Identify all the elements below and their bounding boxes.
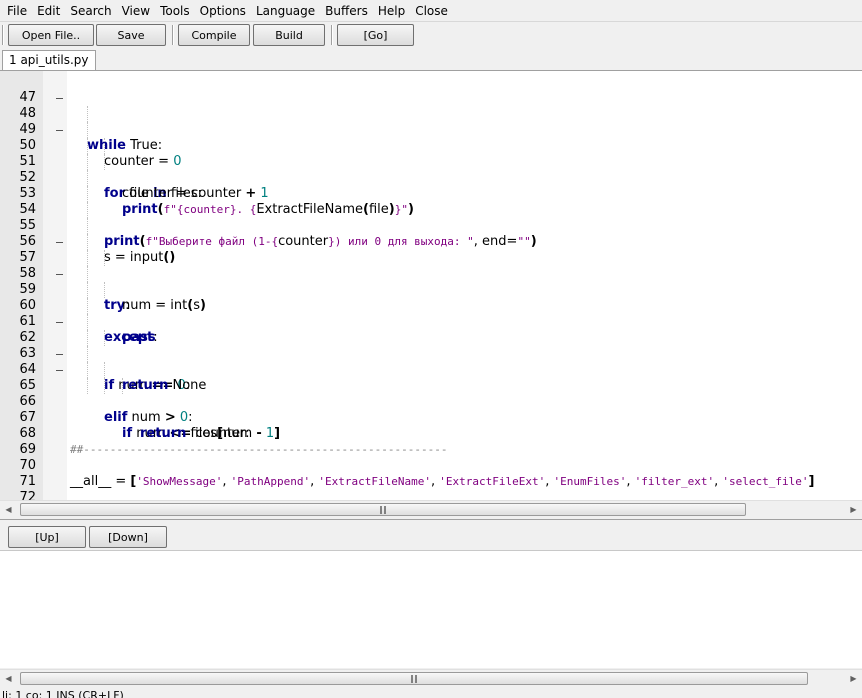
output-pane[interactable] <box>0 550 862 668</box>
code-line: 72 ##-----------------------------------… <box>0 474 862 500</box>
code-line: 56 <box>0 218 862 249</box>
scrollbar-thumb[interactable]: ‖‖ <box>20 672 808 685</box>
code-line: 53 <box>0 170 862 201</box>
menu-options[interactable]: Options <box>195 0 251 22</box>
menu-help[interactable]: Help <box>373 0 410 22</box>
code-line: 65 if num <= counter: <box>0 362 862 441</box>
fold-marker[interactable] <box>56 122 64 138</box>
code-line: 63 return None <box>0 330 862 393</box>
code-line: 66 return files[num - 1] <box>0 378 862 441</box>
fold-marker[interactable] <box>56 234 64 250</box>
scrollbar-thumb[interactable]: ‖‖ <box>20 503 746 516</box>
menu-close[interactable]: Close <box>410 0 453 22</box>
code-line: 60 pass <box>0 282 862 345</box>
line-number: 72 <box>19 490 36 500</box>
menu-bar: File Edit Search View Tools Options Lang… <box>0 0 862 22</box>
code-line: 58 num = int(s) <box>0 250 862 313</box>
code-line: 59 except: <box>0 266 862 345</box>
code-line: 54 print(f"Выберите файл (1-{counter}) и… <box>0 186 862 249</box>
code-line: 68 ##-----------------------------------… <box>0 410 862 456</box>
output-toolbar: [Up] [Down] <box>0 524 862 550</box>
code-line: 57 try: <box>0 234 862 313</box>
code-line: 61 <box>0 298 862 329</box>
code-line: 55 s = input() <box>0 202 862 265</box>
up-button[interactable]: [Up] <box>8 526 86 548</box>
toolbar-separator <box>172 25 174 45</box>
fold-marker[interactable] <box>56 314 64 330</box>
code-line: 64 elif num > 0: <box>0 346 862 425</box>
menu-buffers[interactable]: Buffers <box>320 0 373 22</box>
fold-marker[interactable] <box>56 266 64 282</box>
menu-language[interactable]: Language <box>251 0 320 22</box>
menu-tools[interactable]: Tools <box>155 0 195 22</box>
code-line: 50 for file in files: <box>0 122 862 201</box>
toolbar: Open File.. Save Compile Build [Go] <box>0 22 862 48</box>
toolbar-separator <box>331 25 333 45</box>
menu-view[interactable]: View <box>117 0 155 22</box>
code-line: 52 print(f"{counter}. {ExtractFileName(f… <box>0 154 862 217</box>
code-line: 67 <box>0 394 862 425</box>
scroll-left-arrow-icon[interactable]: ◀ <box>0 501 17 518</box>
code-line: 69 <box>0 426 862 457</box>
status-text: li: 1 co: 1 INS (CR+LF) <box>2 689 124 698</box>
status-bar: li: 1 co: 1 INS (CR+LF) <box>0 688 862 698</box>
fold-marker[interactable] <box>56 362 64 378</box>
code-line: 48 while True: <box>0 90 862 153</box>
menu-search[interactable]: Search <box>65 0 116 22</box>
open-file-button[interactable]: Open File.. <box>8 24 94 46</box>
go-button[interactable]: [Go] <box>337 24 414 46</box>
compile-button[interactable]: Compile <box>178 24 250 46</box>
code-line: 47 <box>0 74 862 105</box>
code-line: 71 <box>0 458 862 489</box>
fold-marker[interactable] <box>56 346 64 362</box>
tab-api-utils[interactable]: 1 api_utils.py <box>2 50 96 70</box>
tab-strip: 1 api_utils.py <box>0 48 862 70</box>
scroll-right-arrow-icon[interactable]: ▶ <box>845 501 862 518</box>
build-button[interactable]: Build <box>253 24 325 46</box>
toolbar-separator <box>2 25 4 45</box>
save-button[interactable]: Save <box>96 24 166 46</box>
menu-file[interactable]: File <box>2 0 32 22</box>
code-line: 49 counter = 0 <box>0 106 862 169</box>
editor-horizontal-scrollbar[interactable]: ◀ ‖‖ ▶ <box>0 500 862 518</box>
down-button[interactable]: [Down] <box>89 526 167 548</box>
scroll-left-arrow-icon[interactable]: ◀ <box>0 670 17 687</box>
code-line: 51 counter = counter + 1 <box>0 138 862 201</box>
code-line: 62 if num == 0: <box>0 314 862 393</box>
fold-marker[interactable] <box>56 90 64 106</box>
menu-edit[interactable]: Edit <box>32 0 65 22</box>
output-horizontal-scrollbar[interactable]: ◀ ‖‖ ▶ <box>0 669 862 687</box>
code-editor[interactable]: 47 48 while True: 49 counter = 0 50 for … <box>0 70 862 500</box>
code-line: 70 __all__ = ['ShowMessage', 'PathAppend… <box>0 442 862 489</box>
scroll-right-arrow-icon[interactable]: ▶ <box>845 670 862 687</box>
